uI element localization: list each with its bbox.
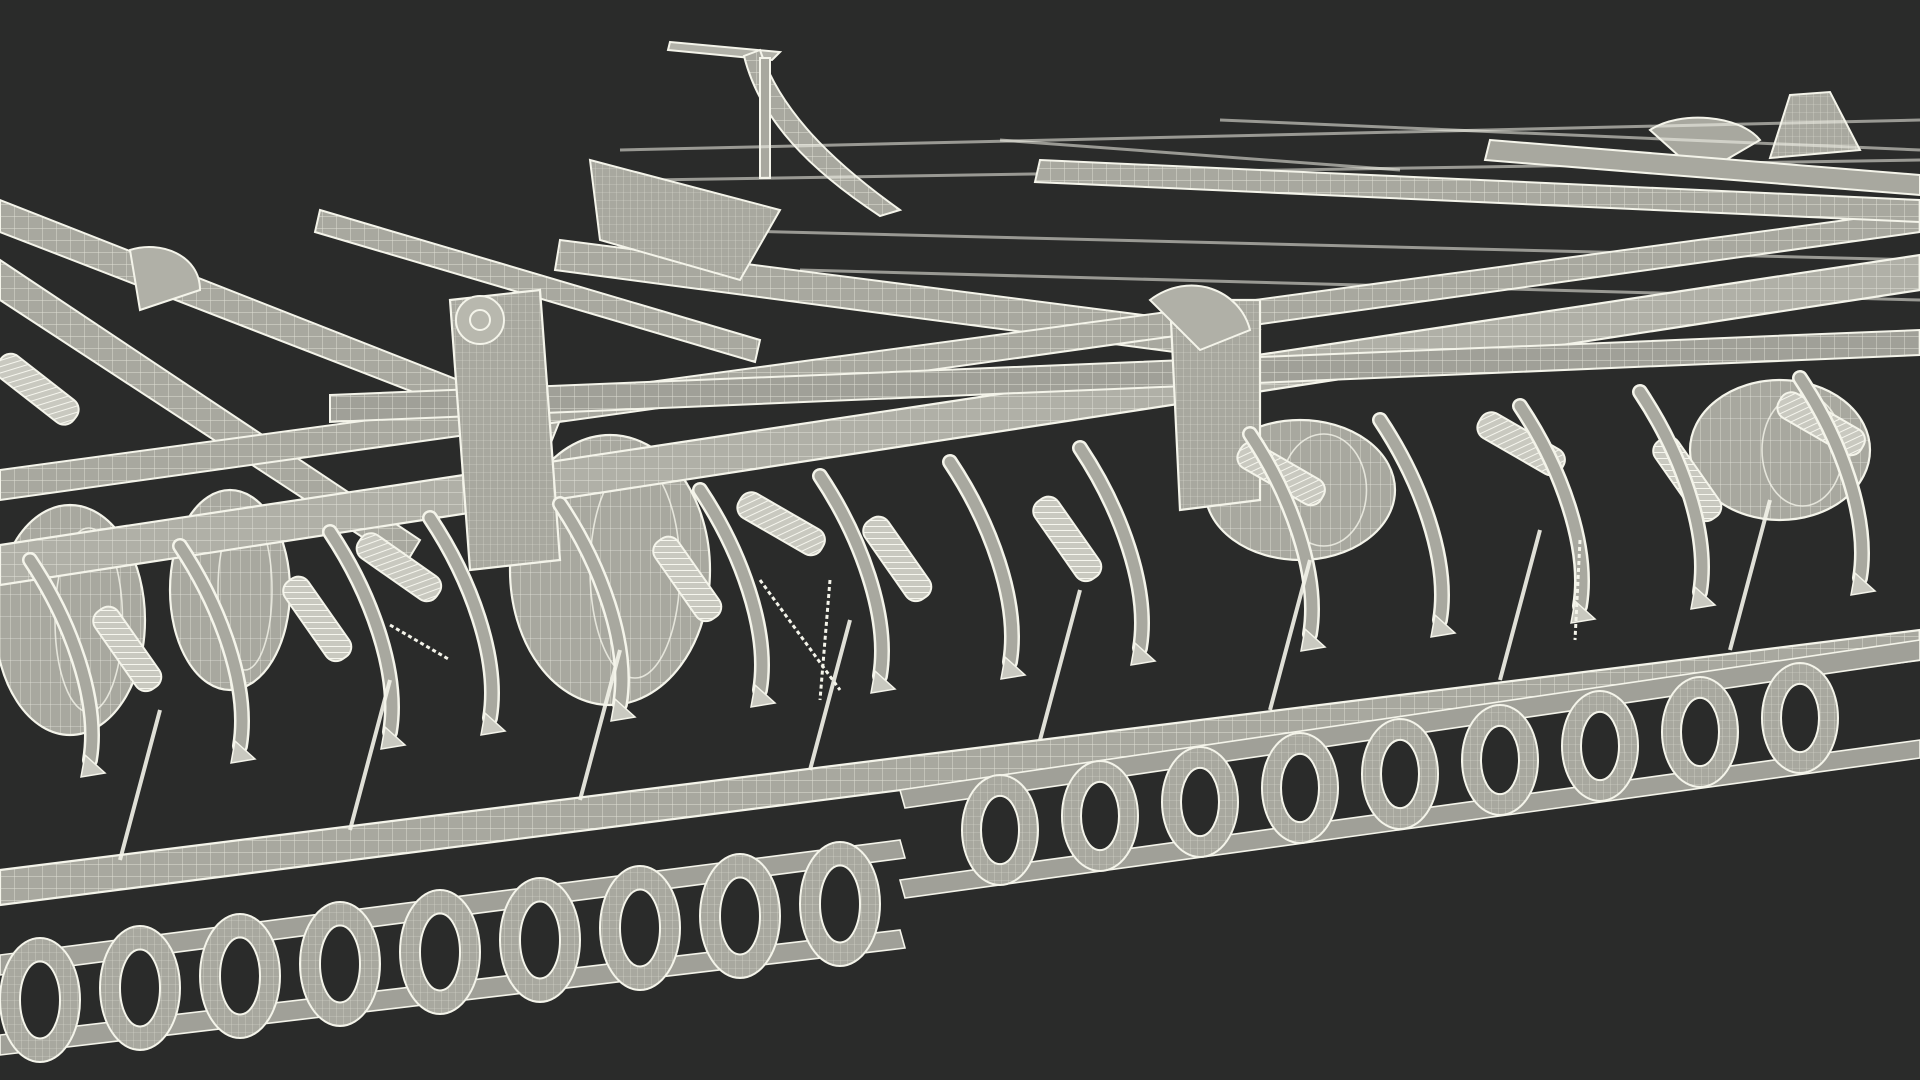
basket-disc-hole: [819, 864, 861, 944]
basket-disc-hole: [519, 900, 561, 980]
basket-disc-hole: [980, 794, 1020, 866]
front-basket-blade: [299, 901, 381, 1027]
basket-disc-hole: [1180, 766, 1220, 838]
basket-disc-hole: [1780, 682, 1820, 754]
front-basket-blade: [599, 865, 681, 991]
front-basket-blade: [199, 913, 281, 1039]
basket-disc-hole: [19, 960, 61, 1040]
rear-basket-blade: [1461, 704, 1539, 816]
front-basket-blade: [399, 889, 481, 1015]
basket-disc-hole: [419, 912, 461, 992]
basket-disc-hole: [1480, 724, 1520, 796]
rear-basket-blade: [1061, 760, 1139, 872]
basket-disc-hole: [319, 924, 361, 1004]
basket-disc-hole: [619, 888, 661, 968]
rear-basket-blade: [961, 774, 1039, 886]
basket-disc-hole: [1380, 738, 1420, 810]
basket-disc-hole: [1680, 696, 1720, 768]
front-basket-blade: [799, 841, 881, 967]
front-basket-blade: [0, 937, 81, 1063]
basket-disc-hole: [1280, 752, 1320, 824]
rear-basket-blade: [1361, 718, 1439, 830]
front-basket-blade: [699, 853, 781, 979]
rear-basket-blade: [1161, 746, 1239, 858]
basket-disc-hole: [119, 948, 161, 1028]
basket-disc-hole: [219, 936, 261, 1016]
basket-disc-hole: [1580, 710, 1620, 782]
basket-disc-hole: [1080, 780, 1120, 852]
wireframe-scene: [0, 0, 1920, 1080]
front-basket-blade: [99, 925, 181, 1051]
basket-disc-hole: [719, 876, 761, 956]
rear-basket-blade: [1261, 732, 1339, 844]
front-basket-blade: [499, 877, 581, 1003]
rear-basket-blade: [1761, 662, 1839, 774]
rear-basket-blade: [1661, 676, 1739, 788]
rear-basket-blade: [1561, 690, 1639, 802]
